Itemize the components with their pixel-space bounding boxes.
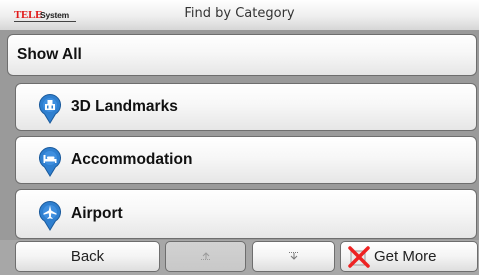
scroll-down-button[interactable] bbox=[252, 241, 335, 272]
category-item-3d-landmarks[interactable]: 3D Landmarks bbox=[15, 83, 477, 131]
category-label: Airport bbox=[71, 205, 123, 222]
page-title: Find by Category bbox=[184, 6, 295, 21]
scroll-up-button[interactable] bbox=[165, 241, 246, 272]
scroll-down-icon bbox=[287, 248, 301, 265]
back-button-label: Back bbox=[70, 248, 105, 265]
back-button[interactable]: Back bbox=[15, 241, 160, 272]
get-more-button[interactable]: Get More bbox=[340, 241, 478, 272]
scroll-up-icon bbox=[199, 248, 213, 265]
airplane-pin-icon bbox=[38, 201, 62, 231]
category-label: 3D Landmarks bbox=[71, 98, 178, 115]
category-label: Show All bbox=[17, 46, 82, 63]
category-item-airport[interactable]: Airport bbox=[15, 189, 477, 239]
bottom-toolbar: Back Get More bbox=[0, 240, 479, 275]
bed-pin-icon bbox=[38, 147, 62, 177]
get-more-icon bbox=[348, 245, 370, 268]
category-label: Accommodation bbox=[71, 151, 193, 168]
landmark-pin-icon bbox=[38, 94, 62, 124]
category-item-accommodation[interactable]: Accommodation bbox=[15, 136, 477, 184]
category-list: Show All 3D Landmarks Accommodation Airp… bbox=[0, 30, 479, 240]
find-by-category-screen: TELE System Find by Category Show All 3D… bbox=[0, 0, 479, 275]
title-bar: TELE System Find by Category bbox=[0, 0, 479, 31]
get-more-label: Get More bbox=[374, 248, 437, 265]
logo-underline bbox=[14, 21, 76, 22]
category-item-show-all[interactable]: Show All bbox=[7, 34, 477, 76]
